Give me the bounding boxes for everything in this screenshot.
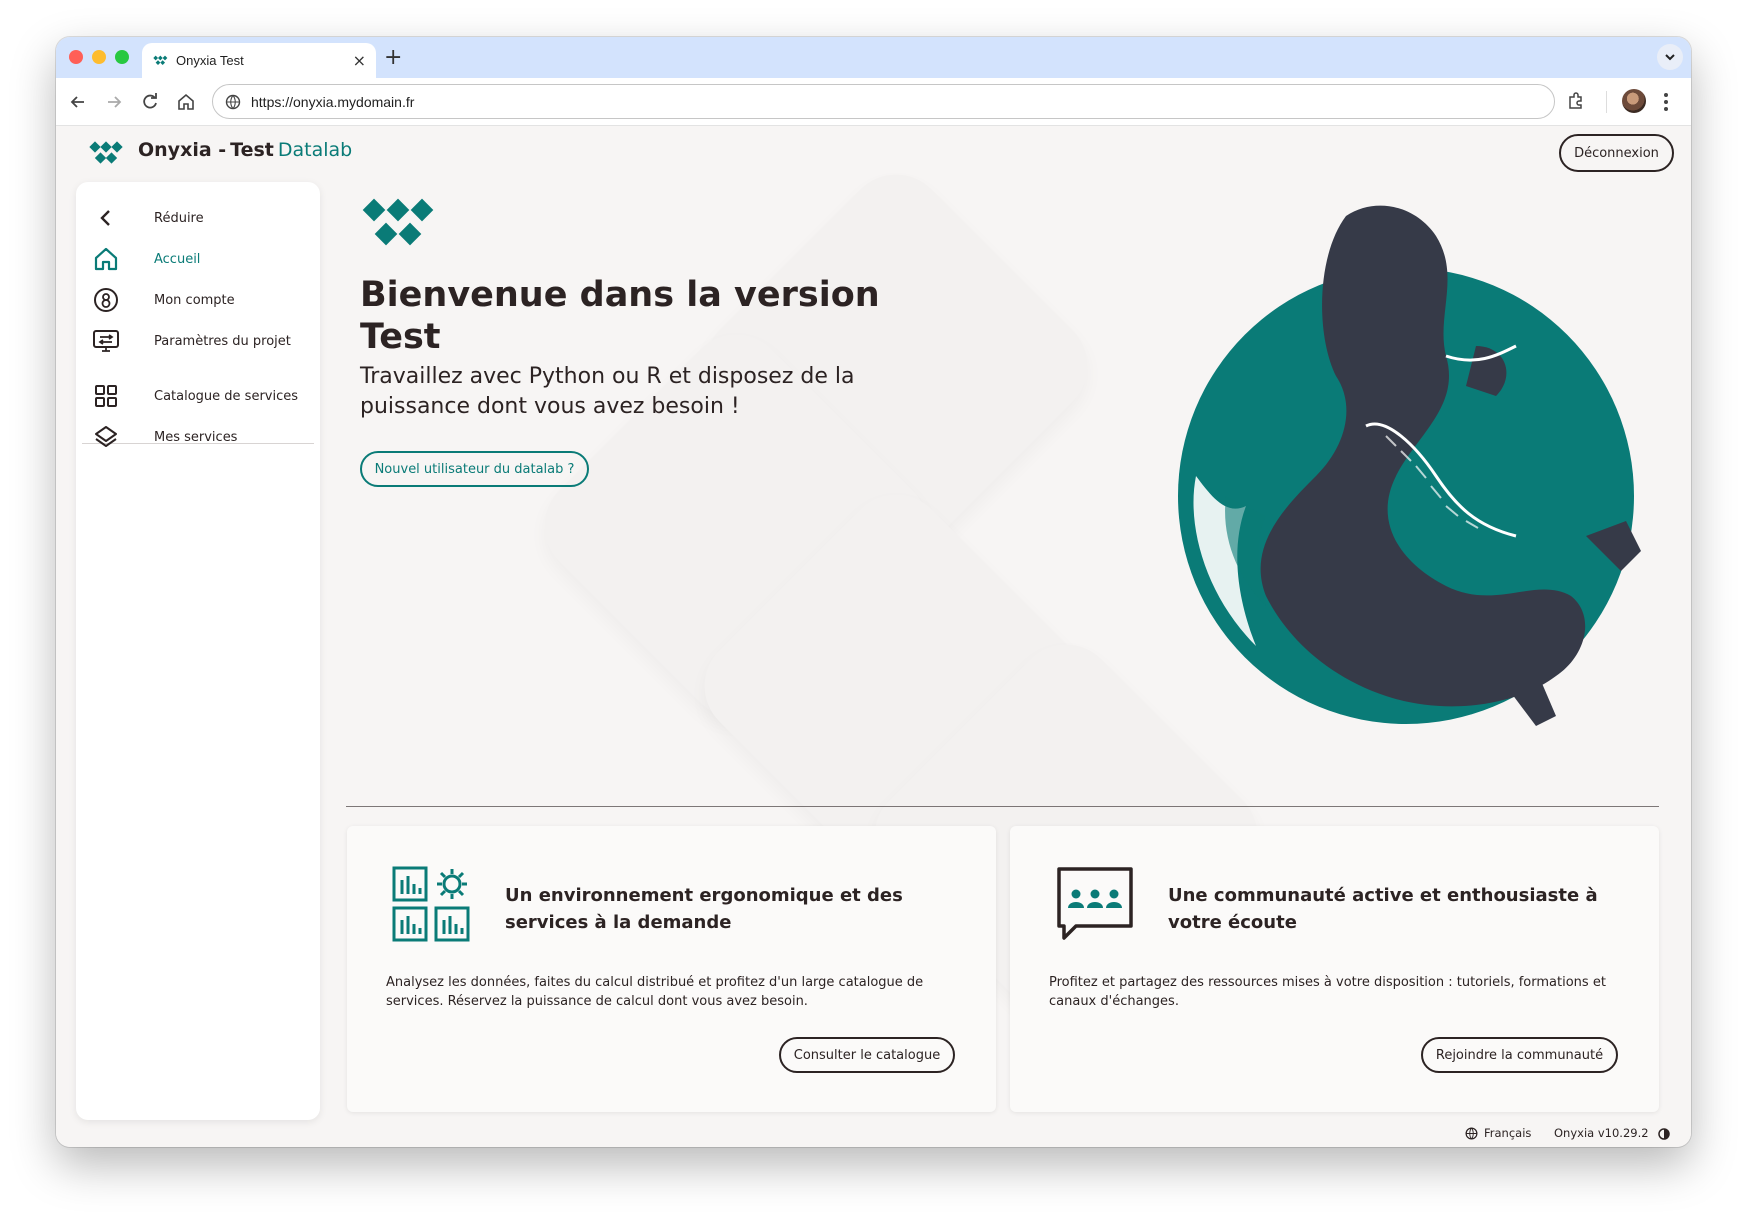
app-instance: Test (230, 139, 274, 161)
toolbar-separator (1606, 91, 1607, 113)
chevron-down-icon (1665, 54, 1675, 61)
language-selector[interactable]: Français (1465, 1126, 1531, 1140)
hero-subtitle: Travaillez avec Python ou R et disposez … (360, 364, 855, 419)
close-window-button[interactable] (69, 50, 83, 64)
view-catalog-button[interactable]: Consulter le catalogue (779, 1037, 955, 1073)
join-community-button[interactable]: Rejoindre la communauté (1421, 1037, 1618, 1073)
chevron-left-icon (100, 210, 110, 226)
sidebar: Réduire Accueil Mon compte Paramètres du… (76, 182, 320, 1120)
feature-card-services: Un environnement ergonomique et des serv… (347, 826, 996, 1112)
sidebar-item-home[interactable]: Accueil (92, 241, 312, 277)
tab-close-icon[interactable]: × (353, 51, 366, 70)
browser-toolbar: https://onyxia.mydomain.fr (56, 78, 1691, 126)
language-label: Français (1484, 1126, 1532, 1140)
profile-avatar[interactable] (1622, 89, 1646, 113)
app-suffix: Datalab (277, 139, 353, 161)
globe-icon (1465, 1127, 1478, 1139)
more-options-icon[interactable] (1661, 90, 1671, 114)
maximize-window-button[interactable] (115, 50, 129, 64)
version-label: Onyxia v10.29.2 (1554, 1126, 1649, 1140)
layers-icon (95, 426, 117, 447)
grid-icon (95, 385, 117, 407)
sidebar-item-label: Réduire (154, 210, 204, 226)
sidebar-item-collapse[interactable]: Réduire (92, 200, 312, 236)
card-title: Un environnement ergonomique et des serv… (505, 885, 903, 933)
back-arrow-icon[interactable] (68, 92, 88, 112)
browser-tab[interactable]: Onyxia Test × (142, 43, 376, 78)
section-divider (346, 806, 1659, 807)
tab-search-button[interactable] (1657, 44, 1683, 70)
theme-toggle-icon[interactable] (1657, 1127, 1671, 1141)
url-text: https://onyxia.mydomain.fr (251, 93, 415, 110)
onyxia-app: Onyxia - Test Datalab Déconnexion Réduire … (56, 126, 1691, 1147)
card-text: Profitez et partagez des ressources mise… (1049, 975, 1606, 1009)
sidebar-item-catalog[interactable]: Catalogue de services (92, 378, 312, 414)
dragon-illustration (1178, 205, 1641, 726)
app-title[interactable]: Onyxia - Test Datalab (138, 139, 352, 161)
sidebar-item-label: Mon compte (154, 292, 235, 308)
new-user-button[interactable]: Nouvel utilisateur du datalab ? (360, 451, 589, 487)
sidebar-item-label: Paramètres du projet (154, 333, 291, 349)
onyxia-favicon-icon (153, 55, 168, 65)
community-chat-icon (1057, 867, 1133, 940)
account-icon (94, 288, 118, 312)
hero-title: Bienvenue dans la version Test (360, 275, 880, 357)
home-browser-icon[interactable] (176, 92, 196, 112)
sidebar-item-label: Catalogue de services (154, 388, 299, 404)
tab-title: Onyxia Test (176, 53, 244, 68)
logout-button[interactable]: Déconnexion (1559, 134, 1674, 172)
onyxia-logo-icon[interactable] (88, 141, 124, 167)
home-icon (94, 247, 118, 271)
forward-arrow-icon[interactable] (104, 92, 124, 112)
onyxia-hero-logo-icon (362, 198, 434, 246)
new-tab-button[interactable]: + (384, 45, 402, 70)
browser-window: Onyxia Test × + https://onyxia.mydomain.… (56, 37, 1691, 1147)
project-settings-icon (93, 330, 119, 352)
sidebar-item-label: Accueil (154, 251, 201, 267)
app-brand: Onyxia - (138, 139, 227, 161)
minimize-window-button[interactable] (92, 50, 106, 64)
feature-card-community: Une communauté active et enthousiaste à … (1010, 826, 1659, 1112)
sidebar-item-project-settings[interactable]: Paramètres du projet (92, 323, 312, 359)
card-text: Analysez les données, faites du calcul d… (386, 975, 924, 1009)
browser-tab-bar: Onyxia Test × + (56, 37, 1691, 78)
extensions-icon[interactable] (1566, 91, 1586, 111)
card-title: Une communauté active et enthousiaste à … (1168, 885, 1598, 933)
services-dashboard-icon (392, 866, 470, 942)
site-info-icon[interactable] (225, 94, 241, 110)
sidebar-item-account[interactable]: Mon compte (92, 282, 312, 318)
sidebar-item-my-services[interactable]: Mes services (92, 419, 312, 455)
sidebar-item-label: Mes services (154, 429, 238, 445)
reload-icon[interactable] (140, 92, 160, 112)
address-bar[interactable]: https://onyxia.mydomain.fr (212, 84, 1555, 119)
